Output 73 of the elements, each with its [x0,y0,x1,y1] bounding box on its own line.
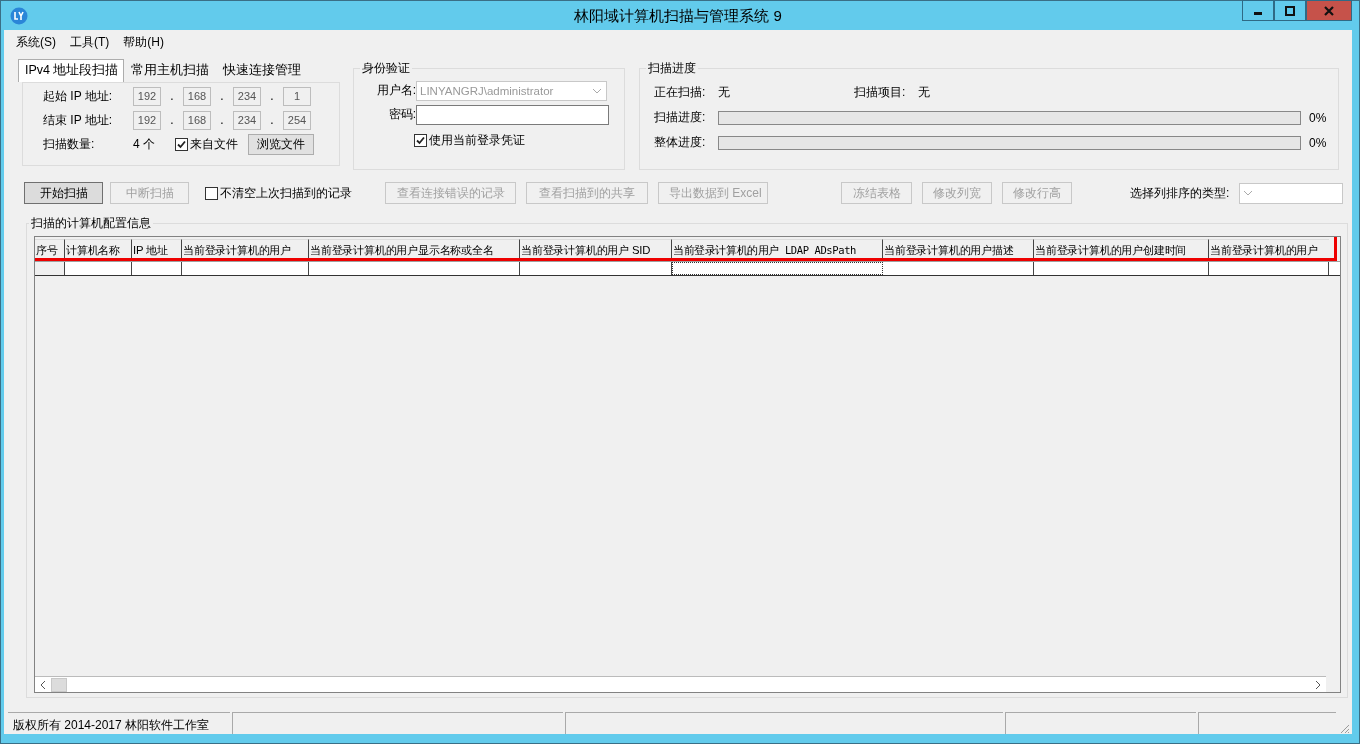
scroll-right-icon [1314,679,1322,690]
status-text: 版权所有 2014-2017 林阳软件工作室 [8,712,230,734]
field-label: 正在扫描: [654,84,707,102]
app-logo-icon [10,6,28,25]
column-header[interactable]: 当前登录计算机的用户 [1209,239,1329,261]
progress-percent: 0% [1309,110,1327,125]
checkbox[interactable] [205,186,218,200]
minimize-button[interactable] [1242,0,1274,21]
progress-percent: 0% [1309,135,1327,150]
field-label: 用户名: [375,82,416,100]
scan-count: 4 个 [133,135,156,153]
group-title: 扫描的计算机配置信息 [29,215,153,232]
password-field[interactable] [416,104,609,125]
ip-separator: . [219,113,225,128]
menu-item[interactable]: 系统(S) [16,34,56,52]
field-label: 起始 IP 地址: [43,87,114,105]
ip-separator: . [269,89,275,104]
ip-separator: . [169,113,175,128]
group-title: 身份验证 [360,59,412,77]
button[interactable]: 开始扫描 [24,182,103,205]
resize-grip-icon [1338,722,1350,734]
field-label: 密码: [387,106,416,124]
ip-octet-field[interactable]: 234 [233,86,261,106]
minimize-icon [1254,11,1262,15]
field-label: 结束 IP 地址: [43,111,114,129]
status-value: 无 [718,84,731,102]
field-label: 整体进度: [654,134,707,152]
ip-octet-field[interactable]: 168 [183,110,211,130]
column-header[interactable]: 当前登录计算机的用户显示名称或全名 [309,239,520,261]
horizontal-scrollbar[interactable] [35,676,1326,692]
ip-octet-field[interactable]: 192 [133,86,161,106]
column-header[interactable]: 序号 [35,239,65,261]
scroll-thumb[interactable] [51,677,67,692]
checkbox-label: 来自文件 [190,135,238,153]
tab[interactable]: 常用主机扫描 [123,58,216,82]
ip-octet-field[interactable]: 168 [183,86,211,106]
ip-octet-field[interactable]: 1 [283,86,311,106]
menu-item[interactable]: 工具(T) [70,34,110,52]
ip-separator: . [269,113,275,128]
tab[interactable]: 快速连接管理 [215,58,308,82]
column-header[interactable]: 当前登录计算机的用户 SID [520,239,672,261]
column-header[interactable]: 当前登录计算机的用户 [182,239,309,261]
close-icon [1324,5,1334,16]
window-title: 林阳域计算机扫描与管理系统 9 [574,7,782,26]
group-title: 扫描进度 [646,59,698,77]
chevron-down-icon [592,87,602,94]
status-value: 无 [918,84,931,102]
maximize-icon [1285,5,1295,16]
checkbox-label: 使用当前登录凭证 [429,132,525,150]
ip-separator: . [169,89,175,104]
ip-octet-field[interactable]: 192 [133,110,161,130]
button[interactable]: 浏览文件 [248,133,314,155]
tab[interactable]: IPv4 地址段扫描 [18,58,124,82]
column-header[interactable]: IP 地址 [132,239,182,261]
field-label: 选择列排序的类型: [1130,184,1230,202]
chevron-down-icon [1243,190,1254,197]
ip-octet-field[interactable]: 254 [283,110,311,130]
column-header[interactable]: 当前登录计算机的用户 LDAP ADsPath [672,239,883,261]
checkbox[interactable] [175,137,188,151]
field-label: 扫描数量: [43,135,96,153]
ip-separator: . [219,89,225,104]
ip-octet-field[interactable]: 234 [233,110,261,130]
close-button[interactable] [1306,0,1352,21]
maximize-button[interactable] [1274,0,1306,21]
checkbox-label: 不清空上次扫描到的记录 [220,184,352,202]
checkbox[interactable] [414,134,427,148]
column-header[interactable]: 当前登录计算机的用户创建时间 [1034,239,1209,261]
column-header[interactable]: 当前登录计算机的用户描述 [883,239,1034,261]
scroll-left-icon [39,679,47,690]
field-label: 扫描进度: [654,109,707,127]
menu-item[interactable]: 帮助(H) [123,34,164,52]
field-label: 扫描项目: [854,84,907,102]
column-header[interactable]: 计算机名称 [65,239,132,261]
